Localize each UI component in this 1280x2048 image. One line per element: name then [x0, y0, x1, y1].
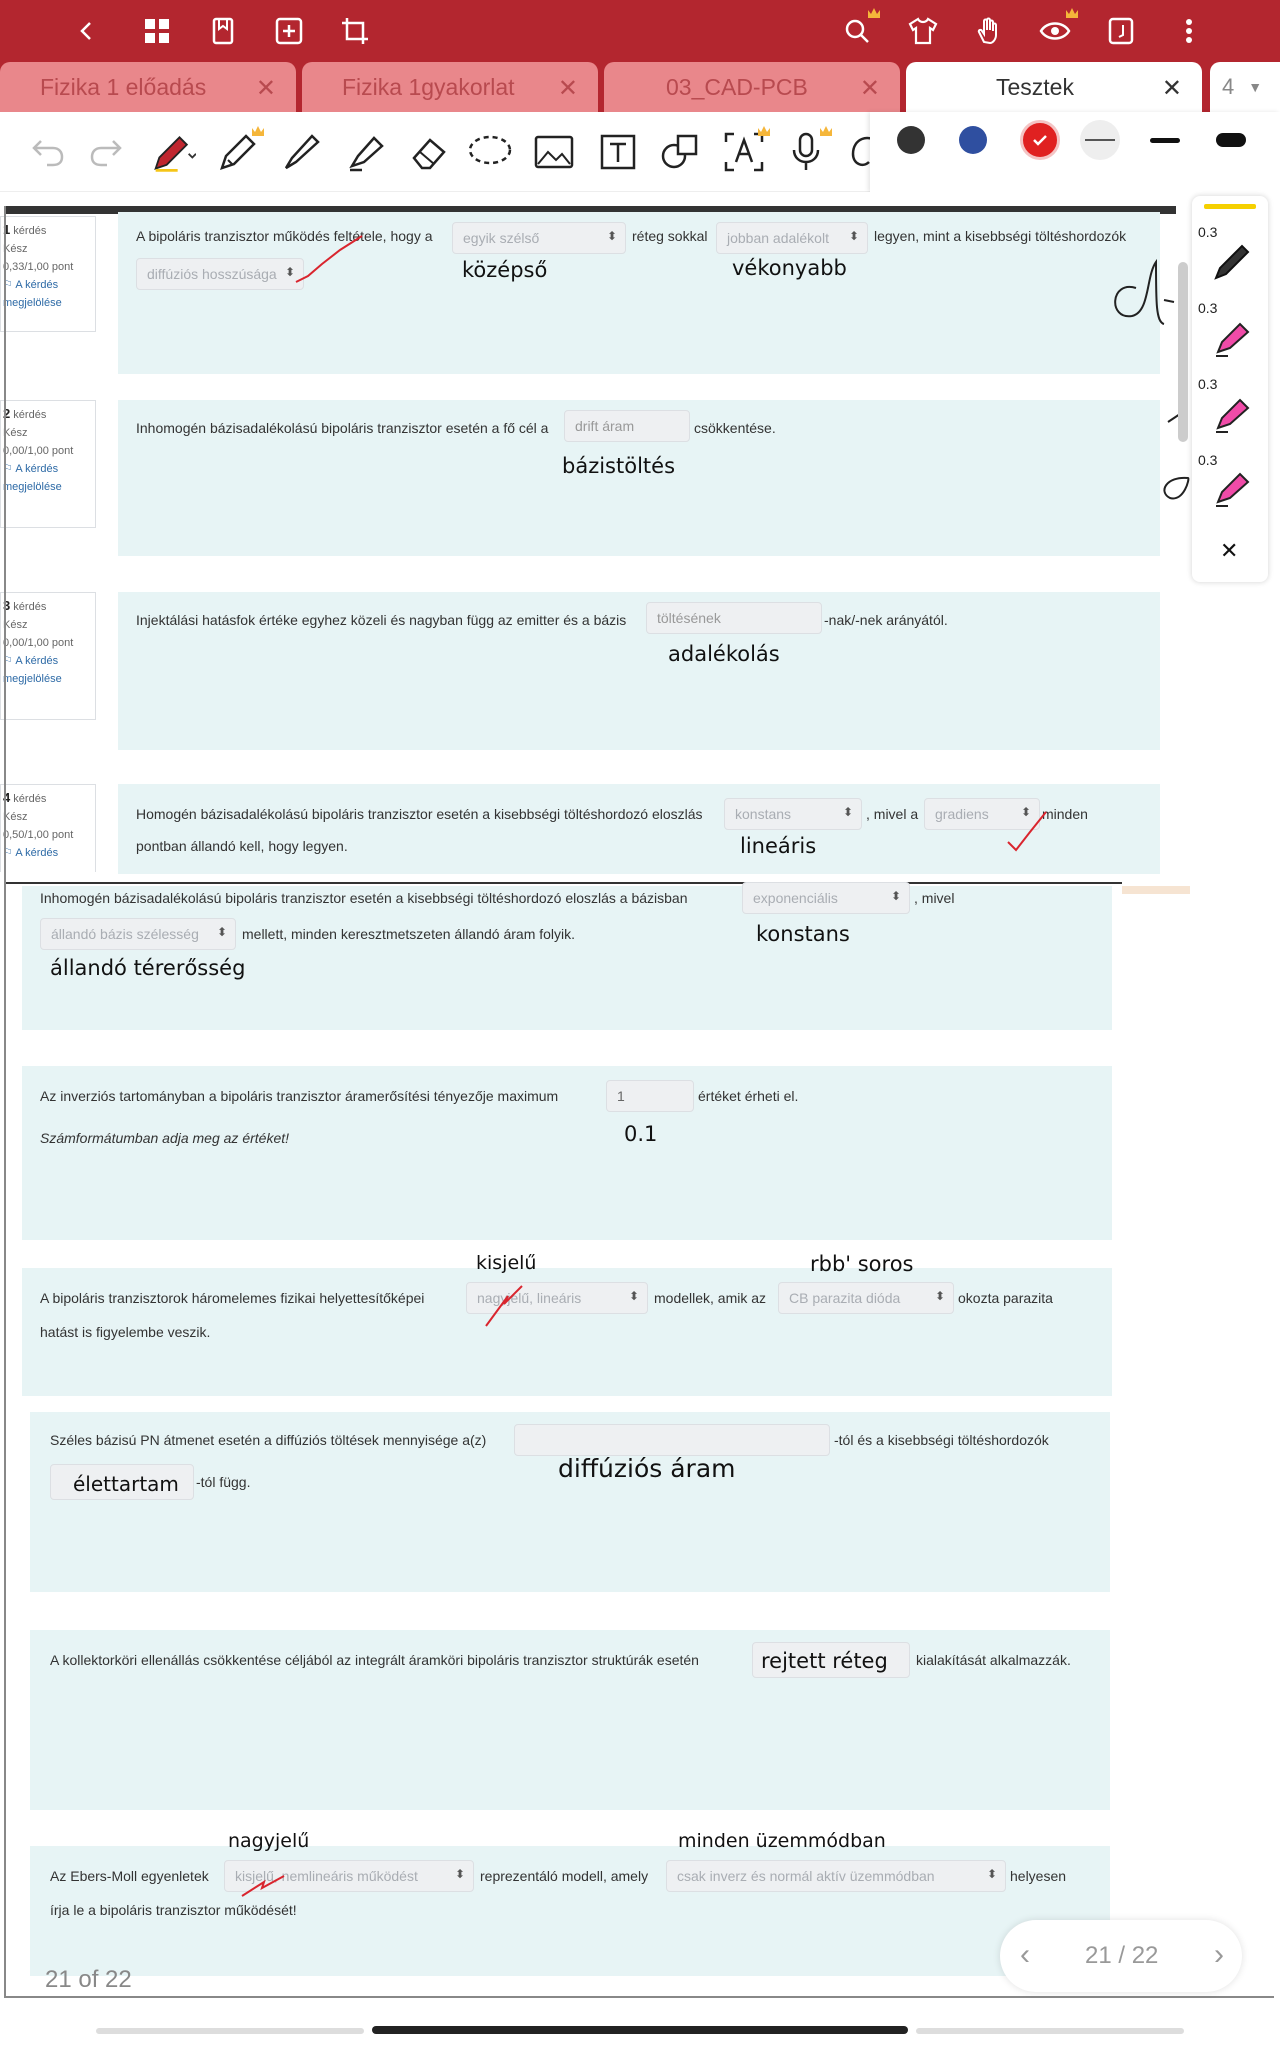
track-segment [96, 2028, 364, 2034]
drawing-toolbar [0, 112, 1280, 192]
page-footer-number: 21 of 22 [45, 1966, 132, 1993]
tab-cad-pcb[interactable]: 03_CAD-PCB ✕ [604, 62, 900, 112]
premium-crown-icon [820, 126, 832, 136]
ballpoint-pen-tool-icon[interactable] [280, 130, 324, 174]
next-page-button[interactable]: › [1214, 1938, 1224, 1972]
image-tool-icon[interactable] [532, 130, 576, 174]
quiz-document[interactable]: 1 kérdés Kész 0,33/1,00 pont ⚐ A kérdés … [0, 192, 1280, 2032]
redo-icon[interactable] [84, 130, 128, 174]
close-icon[interactable]: ✕ [558, 74, 578, 103]
tab-fizika-eloadas[interactable]: Fizika 1 előadás ✕ [0, 62, 296, 112]
tab-label: Fizika 1gyakorlat [342, 73, 515, 100]
search-icon[interactable] [838, 8, 880, 50]
document-tabs: Fizika 1 előadás ✕ Fizika 1gyakorlat ✕ 03_… [0, 62, 1280, 112]
color-swatch-black[interactable] [897, 126, 925, 154]
stroke-thin-button[interactable] [1080, 120, 1120, 160]
reading-mode-icon[interactable] [1102, 12, 1140, 50]
more-menu-icon[interactable] [1170, 12, 1208, 50]
bookmark-icon[interactable] [204, 12, 242, 50]
highlighter-preset-pink[interactable] [1212, 468, 1252, 513]
grid-icon[interactable] [138, 12, 176, 50]
page-indicator: 21 / 22 [1085, 1942, 1159, 1969]
premium-crown-icon [1066, 8, 1078, 18]
pen-options-bar [870, 112, 1280, 192]
close-icon[interactable]: ✕ [256, 74, 276, 103]
scrollbar[interactable] [1178, 262, 1188, 442]
fountain-pen-tool-icon[interactable] [152, 130, 196, 174]
lasso-tool-icon[interactable] [468, 130, 512, 174]
theme-shirt-icon[interactable] [904, 12, 942, 50]
pen-presets-panel: 0.3 0.3 0.3 0.3 ✕ [1192, 196, 1268, 582]
undo-icon[interactable] [26, 130, 70, 174]
tab-label: Tesztek [996, 73, 1074, 100]
page-navigator: ‹ 21 / 22 › [1000, 1920, 1242, 1992]
previous-page-button[interactable]: ‹ [1020, 1938, 1030, 1972]
tab-tesztek[interactable]: Tesztek ✕ [906, 62, 1202, 112]
bottom-scroll-track [0, 2024, 1280, 2048]
stroke-medium-button[interactable] [1150, 138, 1180, 143]
track-segment [916, 2028, 1184, 2034]
eraser-tool-icon[interactable] [406, 130, 450, 174]
crop-icon[interactable] [336, 12, 374, 50]
text-recognition-icon[interactable] [722, 126, 770, 174]
close-icon[interactable]: ✕ [860, 74, 880, 103]
close-icon[interactable]: ✕ [1220, 538, 1238, 564]
add-page-icon[interactable] [270, 12, 308, 50]
highlighter-preset-pink[interactable] [1212, 318, 1252, 363]
tab-label: Fizika 1 előadás [40, 73, 207, 100]
tab-label: 03_CAD-PCB [666, 73, 808, 100]
eye-icon[interactable] [1036, 8, 1078, 50]
highlighter-preset-pink[interactable] [1212, 394, 1252, 439]
shape-tool-icon[interactable] [658, 130, 702, 174]
chevron-down-icon: ▼ [1248, 79, 1263, 95]
tab-fizika-gyakorlat[interactable]: Fizika 1gyakorlat ✕ [302, 62, 598, 112]
color-swatch-red-selected[interactable] [1020, 120, 1060, 160]
premium-crown-icon [252, 126, 264, 136]
premium-crown-icon [868, 8, 880, 18]
close-icon[interactable]: ✕ [1162, 74, 1182, 103]
back-icon[interactable] [68, 12, 106, 50]
tab-count[interactable]: 4 ▼ [1210, 62, 1280, 112]
page-scroll-thumb[interactable] [372, 2026, 908, 2034]
pen-preset-black[interactable] [1212, 242, 1252, 287]
pencil-tool-icon[interactable] [216, 126, 264, 174]
hand-gesture-icon[interactable] [970, 12, 1008, 50]
highlighter-color-indicator [1204, 204, 1256, 209]
ink-annotations [241, 235, 1190, 1897]
stroke-thick-button[interactable] [1216, 133, 1246, 147]
text-tool-icon[interactable] [596, 130, 640, 174]
microphone-icon[interactable] [784, 126, 832, 174]
premium-crown-icon [758, 126, 770, 136]
app-top-bar [0, 0, 1280, 62]
highlighter-tool-icon[interactable] [344, 130, 388, 174]
color-swatch-blue[interactable] [959, 126, 987, 154]
